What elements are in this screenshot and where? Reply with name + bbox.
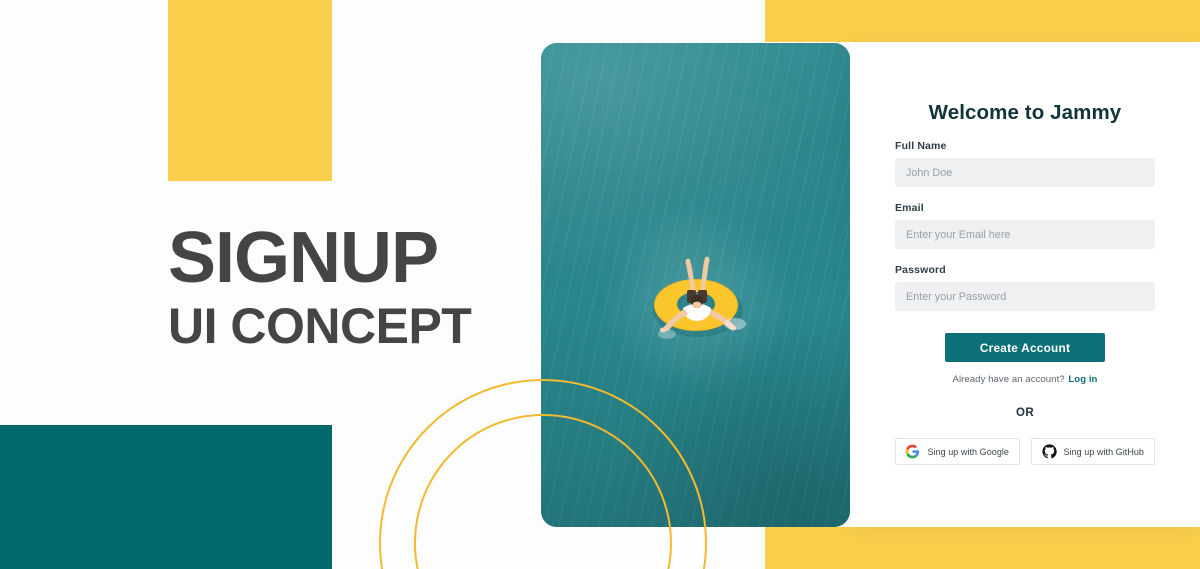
hero-photo-card <box>541 43 850 527</box>
signup-form-card: Welcome to Jammy Full Name Email Passwor… <box>850 43 1200 527</box>
field-email: Email <box>895 202 1155 249</box>
decor-yellow-bar-bottom-right <box>765 527 1200 569</box>
form-title: Welcome to Jammy <box>928 101 1122 124</box>
decor-yellow-block-top-left <box>168 0 332 181</box>
signup-with-github-button[interactable]: Sing up with GitHub <box>1030 438 1155 465</box>
password-label: Password <box>895 264 946 276</box>
social-signup-row: Sing up with Google Sing up with GitHub <box>895 438 1155 465</box>
email-input[interactable] <box>895 220 1155 249</box>
headline-ui-concept: UI CONCEPT <box>168 298 472 355</box>
full-name-label: Full Name <box>895 140 947 152</box>
swimmer-on-float-image <box>639 238 757 356</box>
github-icon <box>1041 444 1057 459</box>
email-label: Email <box>895 202 924 214</box>
page-title: SIGNUP UI CONCEPT <box>168 218 588 355</box>
github-button-label: Sing up with GitHub <box>1063 446 1144 457</box>
create-account-button[interactable]: Create Account <box>945 333 1105 362</box>
field-full-name: Full Name <box>895 140 1155 187</box>
signup-page: SIGNUP UI CONCEPT Welcome to Jammy Full … <box>0 0 1200 569</box>
full-name-input[interactable] <box>895 158 1155 187</box>
login-prompt-text: Already have an account? <box>952 374 1065 385</box>
google-icon <box>905 444 920 459</box>
decor-yellow-bar-top-right <box>765 0 1200 42</box>
login-link[interactable]: Log in <box>1068 374 1097 385</box>
decor-teal-block-bottom-left <box>0 425 332 569</box>
password-input[interactable] <box>895 282 1155 311</box>
google-button-label: Sing up with Google <box>927 446 1009 457</box>
login-prompt-row: Already have an account? Log in <box>895 374 1155 385</box>
headline-signup: SIGNUP <box>168 218 439 298</box>
signup-with-google-button[interactable]: Sing up with Google <box>895 438 1020 465</box>
or-divider: OR <box>1015 407 1035 419</box>
field-password: Password <box>895 264 1155 311</box>
